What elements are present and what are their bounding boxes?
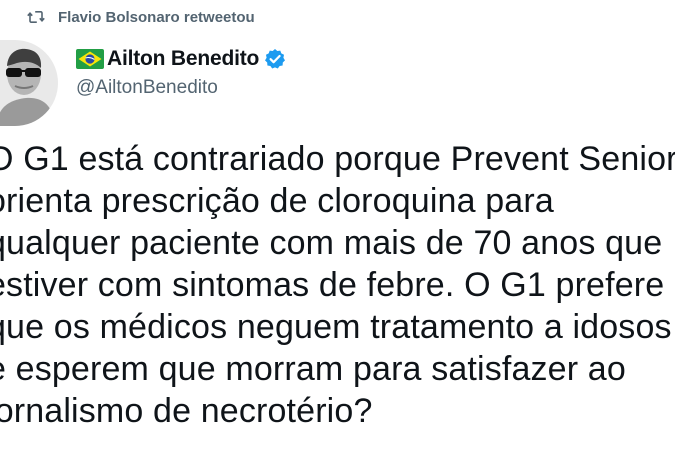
tweet-text-line: qualquer paciente com mais de 70 anos qu… <box>0 224 663 262</box>
brazil-flag-icon <box>76 49 104 69</box>
tweet-text-line: jornalismo de necrotério? <box>0 392 373 430</box>
author-handle[interactable]: @AiltonBenedito <box>76 77 286 99</box>
tweet-text-line: orienta prescrição de cloroquina para <box>0 182 554 220</box>
retweet-banner: Flavio Bolsonaro retweetou <box>26 6 255 28</box>
author-block[interactable]: Ailton Benedito @AiltonBenedito <box>76 46 286 99</box>
tweet-text-line: que os médicos neguem tratamento a idoso… <box>0 308 672 346</box>
avatar[interactable] <box>0 40 58 126</box>
tweet-text-line: O G1 está contrariado porque Prevent Sen… <box>0 140 675 178</box>
retweet-label[interactable]: Flavio Bolsonaro retweetou <box>58 9 255 26</box>
author-name-row[interactable]: Ailton Benedito <box>76 46 286 72</box>
retweet-icon <box>27 11 45 23</box>
author-display-name[interactable]: Ailton Benedito <box>107 47 259 71</box>
tweet-text-line: estiver com sintomas de febre. O G1 pref… <box>0 266 665 304</box>
verified-badge-icon <box>265 49 286 69</box>
tweet-text-line: e esperem que morram para satisfazer ao <box>0 350 626 388</box>
tweet-text: O G1 está contrariado porque Prevent Sen… <box>0 138 675 432</box>
tweet-card: Flavio Bolsonaro retweetou Ailton Benedi… <box>0 0 675 450</box>
